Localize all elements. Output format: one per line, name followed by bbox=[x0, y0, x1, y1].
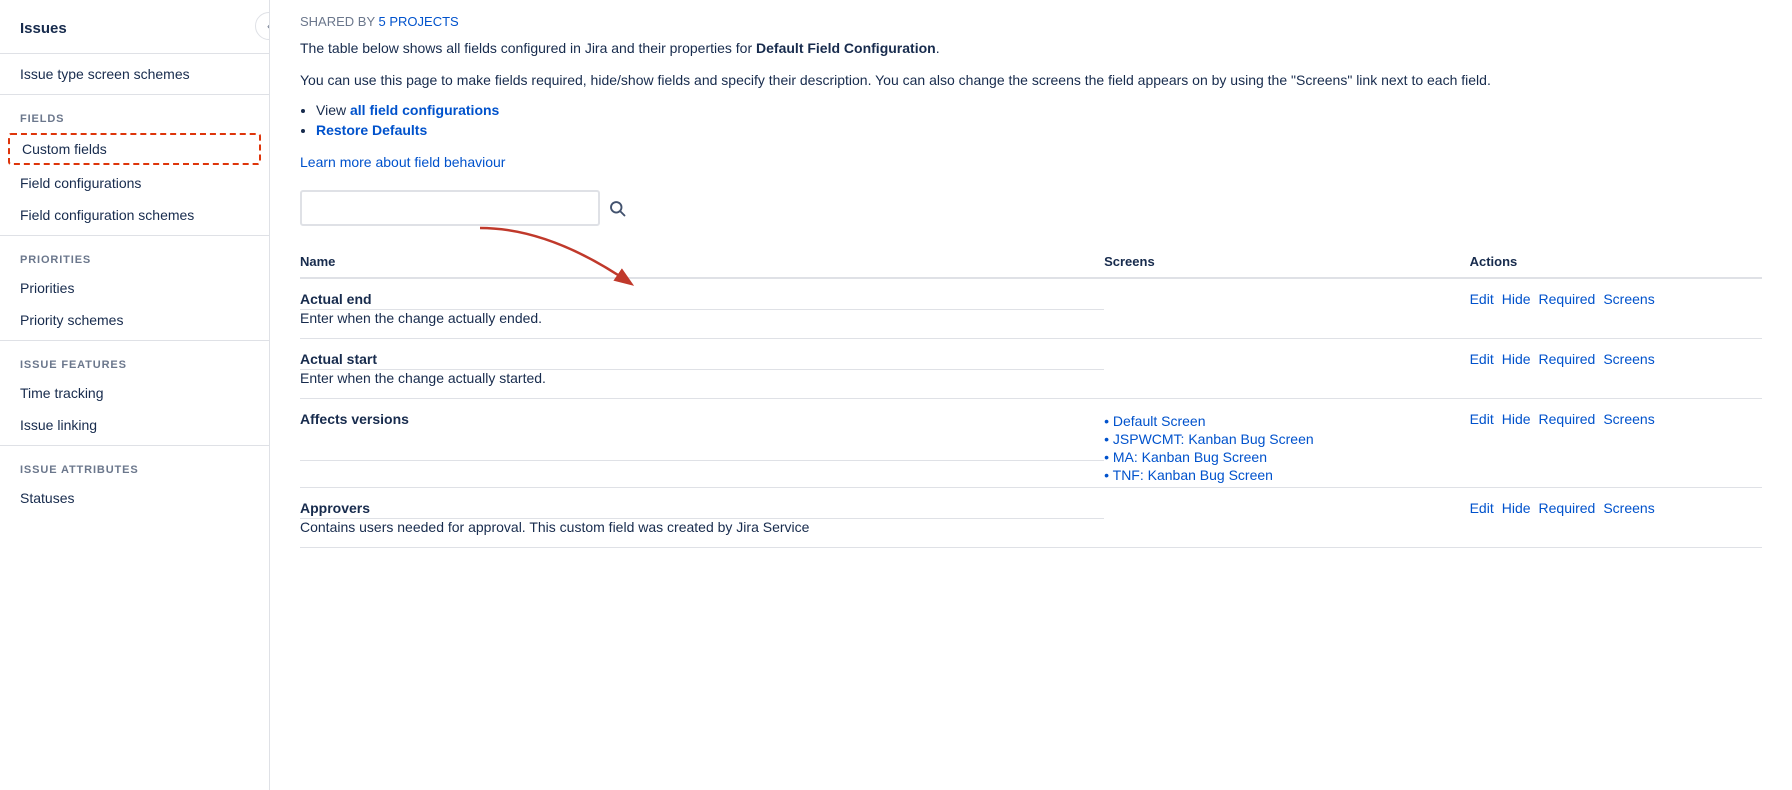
sidebar-item-field-configuration-schemes[interactable]: Field configuration schemes bbox=[0, 199, 269, 231]
screen-item: Default Screen bbox=[1104, 413, 1458, 429]
action-required-link[interactable]: Required bbox=[1539, 500, 1596, 516]
field-name-text: Affects versions bbox=[300, 411, 409, 427]
screen-item: JSPWCMT: Kanban Bug Screen bbox=[1104, 431, 1458, 447]
learn-more-link[interactable]: Learn more about field behaviour bbox=[300, 154, 505, 170]
action-screens-link[interactable]: Screens bbox=[1603, 500, 1654, 516]
field-name-text: Actual start bbox=[300, 351, 377, 367]
field-desc-1: Enter when the change actually started. bbox=[300, 369, 1104, 398]
field-screens-2: Default Screen JSPWCMT: Kanban Bug Screen… bbox=[1104, 398, 1470, 487]
all-field-configurations-link[interactable]: all field configurations bbox=[350, 102, 499, 118]
sidebar-title: Issues bbox=[0, 10, 269, 49]
col-header-actions: Actions bbox=[1470, 246, 1762, 278]
field-screens-0 bbox=[1104, 278, 1470, 339]
view-label: View bbox=[316, 102, 350, 118]
action-edit-link[interactable]: Edit bbox=[1470, 500, 1494, 516]
field-actions-0: Edit Hide Required Screens bbox=[1470, 278, 1762, 339]
sidebar-item-custom-fields[interactable]: Custom fields bbox=[8, 133, 261, 165]
sidebar-item-priority-schemes[interactable]: Priority schemes bbox=[0, 304, 269, 336]
action-screens-link[interactable]: Screens bbox=[1603, 291, 1654, 307]
field-actions-1: Edit Hide Required Screens bbox=[1470, 338, 1762, 398]
description-line2: You can use this page to make fields req… bbox=[300, 69, 1762, 91]
field-name-1: Actual start bbox=[300, 338, 1104, 369]
action-hide-link[interactable]: Hide bbox=[1502, 351, 1531, 367]
sidebar-item-issue-type-screen-schemes[interactable]: Issue type screen schemes bbox=[0, 58, 269, 90]
action-edit-link[interactable]: Edit bbox=[1470, 351, 1494, 367]
field-desc-3: Contains users needed for approval. This… bbox=[300, 518, 1104, 547]
table-row: Approvers Edit Hide Required Screens bbox=[300, 487, 1762, 518]
sidebar-section-fields: FIELDS bbox=[0, 99, 269, 131]
view-link-item: View all field configurations bbox=[316, 102, 1762, 118]
col-header-name: Name bbox=[300, 246, 1104, 278]
field-desc-0: Enter when the change actually ended. bbox=[300, 309, 1104, 338]
screen-item: MA: Kanban Bug Screen bbox=[1104, 449, 1458, 465]
action-edit-link[interactable]: Edit bbox=[1470, 291, 1494, 307]
field-name-0: Actual end bbox=[300, 278, 1104, 310]
field-actions-2: Edit Hide Required Screens bbox=[1470, 398, 1762, 487]
table-row: Actual end Edit Hide Required Screens bbox=[300, 278, 1762, 310]
field-name-text: Actual end bbox=[300, 291, 372, 307]
field-desc-2 bbox=[300, 461, 1104, 487]
col-header-screens: Screens bbox=[1104, 246, 1470, 278]
field-actions-3: Edit Hide Required Screens bbox=[1470, 487, 1762, 547]
sidebar-section-issue-attributes: ISSUE ATTRIBUTES bbox=[0, 450, 269, 482]
action-hide-link[interactable]: Hide bbox=[1502, 500, 1531, 516]
sidebar-item-field-configurations[interactable]: Field configurations bbox=[0, 167, 269, 199]
fields-table: Name Screens Actions Actual end Edit Hide R… bbox=[300, 246, 1762, 548]
main-content: SHARED BY 5 PROJECTS The table below sho… bbox=[270, 0, 1792, 790]
action-hide-link[interactable]: Hide bbox=[1502, 411, 1531, 427]
field-name-3: Approvers bbox=[300, 487, 1104, 518]
sidebar-section-priorities: PRIORITIES bbox=[0, 240, 269, 272]
table-row: Actual start Edit Hide Required Screens bbox=[300, 338, 1762, 369]
field-name-2: Affects versions bbox=[300, 398, 1104, 461]
action-screens-link[interactable]: Screens bbox=[1603, 351, 1654, 367]
field-name-text: Approvers bbox=[300, 500, 370, 516]
search-icon bbox=[608, 199, 626, 217]
shared-banner: SHARED BY 5 PROJECTS bbox=[300, 0, 1762, 37]
sidebar-section-issue-features: ISSUE FEATURES bbox=[0, 345, 269, 377]
table-row: Affects versions Default Screen JSPWCMT: K… bbox=[300, 398, 1762, 461]
sidebar-item-priorities[interactable]: Priorities bbox=[0, 272, 269, 304]
description-line1: The table below shows all fields configu… bbox=[300, 37, 1762, 59]
restore-defaults-link[interactable]: Restore Defaults bbox=[316, 122, 427, 138]
action-edit-link[interactable]: Edit bbox=[1470, 411, 1494, 427]
shared-projects-link[interactable]: 5 PROJECTS bbox=[379, 14, 459, 29]
action-required-link[interactable]: Required bbox=[1539, 291, 1596, 307]
search-button[interactable] bbox=[608, 199, 626, 217]
field-screens-3 bbox=[1104, 487, 1470, 547]
search-row bbox=[300, 190, 1762, 226]
sidebar-item-time-tracking[interactable]: Time tracking bbox=[0, 377, 269, 409]
action-hide-link[interactable]: Hide bbox=[1502, 291, 1531, 307]
sidebar: Issues Issue type screen schemes FIELDS … bbox=[0, 0, 270, 790]
bullet-links-list: View all field configurations Restore De… bbox=[316, 102, 1762, 138]
action-required-link[interactable]: Required bbox=[1539, 411, 1596, 427]
action-required-link[interactable]: Required bbox=[1539, 351, 1596, 367]
sidebar-item-statuses[interactable]: Statuses bbox=[0, 482, 269, 514]
field-screens-1 bbox=[1104, 338, 1470, 398]
sidebar-item-issue-linking[interactable]: Issue linking bbox=[0, 409, 269, 441]
search-input[interactable] bbox=[300, 190, 600, 226]
action-screens-link[interactable]: Screens bbox=[1603, 411, 1654, 427]
restore-defaults-item: Restore Defaults bbox=[316, 122, 1762, 138]
screen-item: TNF: Kanban Bug Screen bbox=[1104, 467, 1458, 483]
